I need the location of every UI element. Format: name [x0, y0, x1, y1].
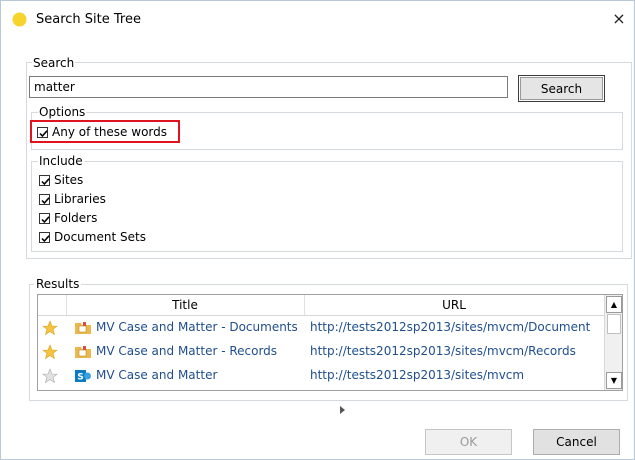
- title-bar: Search Site Tree ×: [1, 1, 634, 39]
- include-document-sets-row[interactable]: Document Sets: [39, 228, 146, 246]
- search-site-tree-dialog: Search Site Tree × Search Search Options…: [0, 0, 635, 460]
- include-libraries-row[interactable]: Libraries: [39, 190, 106, 208]
- svg-text:S: S: [77, 373, 83, 383]
- expand-arrow-icon[interactable]: [340, 406, 345, 414]
- gold-star-icon[interactable]: [42, 344, 58, 360]
- result-title[interactable]: MV Case and Matter: [96, 368, 217, 382]
- options-legend: Options: [38, 105, 87, 119]
- search-legend: Search: [32, 56, 76, 70]
- close-button[interactable]: ×: [607, 7, 631, 31]
- result-url[interactable]: http://tests2012sp2013/sites/mvcm/Docume…: [310, 320, 590, 334]
- highlight-box: [30, 120, 180, 143]
- sites-checkbox[interactable]: [39, 174, 50, 186]
- column-title-header[interactable]: Title: [66, 298, 304, 312]
- checkmark-icon: [41, 196, 50, 204]
- results-legend: Results: [34, 277, 82, 291]
- result-url[interactable]: http://tests2012sp2013/sites/mvcm: [310, 368, 524, 382]
- gray-star-icon[interactable]: [42, 368, 58, 384]
- results-table: Title URL MV Case and Matter - Documents…: [37, 294, 623, 391]
- folders-checkbox[interactable]: [39, 212, 50, 224]
- yellow-circle-icon: [12, 12, 27, 27]
- document-sets-checkbox[interactable]: [39, 231, 50, 243]
- checkmark-icon: [41, 215, 50, 223]
- include-sites-row[interactable]: Sites: [39, 171, 83, 189]
- gold-star-icon[interactable]: [42, 320, 58, 336]
- checkmark-icon: [41, 234, 50, 242]
- table-row[interactable]: MV Case and Matter - Documents http://te…: [38, 317, 604, 339]
- result-title[interactable]: MV Case and Matter - Documents: [96, 320, 298, 334]
- folders-label: Folders: [54, 211, 98, 225]
- library-folder-icon: [75, 322, 91, 334]
- include-legend: Include: [38, 154, 84, 168]
- search-input[interactable]: [29, 76, 508, 98]
- library-folder-icon: [75, 346, 91, 358]
- libraries-label: Libraries: [54, 192, 106, 206]
- sites-label: Sites: [54, 173, 84, 187]
- document-sets-label: Document Sets: [54, 230, 146, 244]
- table-row[interactable]: MV Case and Matter - Records http://test…: [38, 341, 604, 363]
- result-url[interactable]: http://tests2012sp2013/sites/mvcm/Record…: [310, 344, 576, 358]
- cancel-button[interactable]: Cancel: [533, 429, 620, 455]
- scroll-thumb[interactable]: [607, 314, 621, 334]
- results-scrollbar[interactable]: ▲ ▼: [604, 295, 622, 390]
- sharepoint-site-icon: S: [75, 370, 91, 383]
- scroll-up-button[interactable]: ▲: [606, 296, 622, 313]
- libraries-checkbox[interactable]: [39, 193, 50, 205]
- checkmark-icon: [41, 177, 50, 185]
- table-row[interactable]: S MV Case and Matter http://tests2012sp2…: [38, 365, 604, 387]
- results-header: Title URL: [38, 295, 604, 316]
- search-button[interactable]: Search: [518, 75, 605, 102]
- include-folders-row[interactable]: Folders: [39, 209, 97, 227]
- column-url-header[interactable]: URL: [304, 298, 604, 312]
- scroll-down-button[interactable]: ▼: [606, 372, 622, 389]
- ok-button[interactable]: OK: [425, 429, 512, 455]
- window-title: Search Site Tree: [36, 12, 141, 27]
- result-title[interactable]: MV Case and Matter - Records: [96, 344, 277, 358]
